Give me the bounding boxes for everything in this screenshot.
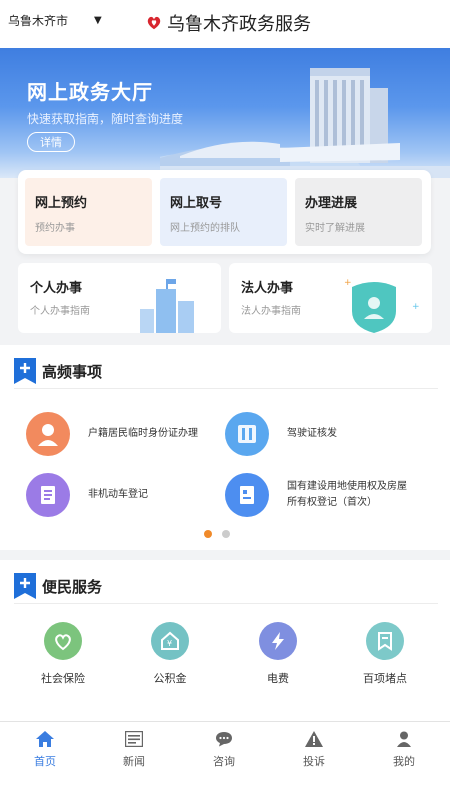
detail-button[interactable]: 详情 xyxy=(27,132,75,152)
divider xyxy=(14,603,438,604)
quick-card-progress[interactable]: 办理进展 实时了解进展 xyxy=(295,178,422,246)
bookmark-badge-icon xyxy=(14,358,36,384)
id-card-icon xyxy=(225,412,269,456)
tab-home[interactable]: 首页 xyxy=(15,730,75,769)
page-dot[interactable] xyxy=(222,530,230,538)
app-title-group: 乌鲁木齐政务服务 xyxy=(145,10,311,36)
banner-subtitle: 快速获取指南，随时查询进度 xyxy=(27,112,184,126)
banner-title: 网上政务大厅 xyxy=(27,80,153,104)
quick-card-subtitle: 实时了解进展 xyxy=(305,223,365,234)
service-label: 公积金 xyxy=(153,672,187,685)
insurance-icon xyxy=(44,622,82,660)
building-illustration xyxy=(160,68,450,178)
section-title: 便民服务 xyxy=(42,577,103,596)
quick-card-title: 网上取号 xyxy=(170,196,223,211)
fund-icon: ¥ xyxy=(151,622,189,660)
service-item-fund[interactable]: ¥ 公积金 xyxy=(135,622,205,686)
section-header: 高频事项 xyxy=(14,358,102,384)
top-bar: 乌鲁木齐市 ▼ 乌鲁木齐政务服务 xyxy=(0,0,450,48)
tab-label: 我的 xyxy=(393,755,415,768)
quick-card-subtitle: 网上预约的排队 xyxy=(170,223,240,234)
svg-text:¥: ¥ xyxy=(167,639,172,648)
svg-text:+: + xyxy=(412,302,420,312)
quick-actions-panel: 网上预约 预约办事 网上取号 网上预约的排队 办理进展 实时了解进展 xyxy=(18,170,431,254)
quick-card-subtitle: 预约办事 xyxy=(35,223,75,234)
quick-card-title: 办理进展 xyxy=(305,196,358,211)
city-selector[interactable]: 乌鲁木齐市 ▼ xyxy=(8,12,102,29)
service-item-electricity[interactable]: 电费 xyxy=(243,622,313,686)
high-freq-item[interactable]: 户籍居民临时身份证办理 xyxy=(26,412,216,456)
quick-card-ticket[interactable]: 网上取号 网上预约的排队 xyxy=(160,178,287,246)
tab-mine[interactable]: 我的 xyxy=(374,730,434,769)
service-item-insurance[interactable]: 社会保险 xyxy=(28,622,98,686)
quick-card-appointment[interactable]: 网上预约 预约办事 xyxy=(25,178,152,246)
city-name: 乌鲁木齐市 xyxy=(8,14,69,28)
person-icon xyxy=(26,412,70,456)
high-freq-item[interactable]: 国有建设用地使用权及房屋所有权登记（首次） xyxy=(225,473,425,517)
high-frequency-section: 高频事项 户籍居民临时身份证办理 驾驶证核发 非机动车登记 国有建设用地使用权及… xyxy=(0,345,450,550)
tab-label: 投诉 xyxy=(303,755,325,768)
home-icon xyxy=(35,730,55,748)
tab-label: 新闻 xyxy=(123,755,145,768)
app-logo-icon xyxy=(147,16,161,30)
high-freq-label: 非机动车登记 xyxy=(88,489,148,500)
warning-icon xyxy=(304,730,324,748)
legal-service-card[interactable]: 法人办事 法人办事指南 + + xyxy=(229,263,432,333)
user-icon xyxy=(394,730,414,748)
page-dot-active[interactable] xyxy=(204,530,212,538)
chevron-down-icon: ▼ xyxy=(94,15,102,26)
bookmark-badge-icon xyxy=(14,573,36,599)
bottom-safe-area xyxy=(0,773,450,800)
service-label: 社会保险 xyxy=(41,672,85,685)
tab-consult[interactable]: 咨询 xyxy=(194,730,254,769)
certificate-icon xyxy=(225,473,269,517)
document-icon xyxy=(26,473,70,517)
bookmark-icon xyxy=(366,622,404,660)
pagination-dots xyxy=(204,530,240,538)
buildings-icon xyxy=(140,279,194,333)
chat-icon xyxy=(214,730,234,748)
svg-text:+: + xyxy=(344,278,352,288)
high-freq-label: 户籍居民临时身份证办理 xyxy=(88,428,198,439)
quick-card-title: 网上预约 xyxy=(35,196,88,211)
hero-banner[interactable]: 网上政务大厅 快速获取指南，随时查询进度 详情 xyxy=(0,48,450,178)
electricity-icon xyxy=(259,622,297,660)
personal-service-card[interactable]: 个人办事 个人办事指南 xyxy=(18,263,221,333)
section-title: 高频事项 xyxy=(42,362,103,381)
page-title: 乌鲁木齐政务服务 xyxy=(167,14,311,35)
high-freq-item[interactable]: 驾驶证核发 xyxy=(225,412,425,456)
high-freq-label: 驾驶证核发 xyxy=(287,428,337,439)
news-icon xyxy=(124,730,144,748)
shield-icon: + + xyxy=(344,278,420,333)
service-label: 电费 xyxy=(267,672,289,685)
service-label: 百项堵点 xyxy=(363,672,407,685)
tab-complaint[interactable]: 投诉 xyxy=(284,730,344,769)
section-header: 便民服务 xyxy=(14,573,102,599)
bottom-tab-bar: 首页 新闻 咨询 投诉 我的 xyxy=(0,721,450,773)
tab-label: 首页 xyxy=(34,755,56,768)
convenience-section: 便民服务 社会保险 ¥ 公积金 电费 百项堵点 xyxy=(0,560,450,721)
tab-news[interactable]: 新闻 xyxy=(104,730,164,769)
tab-label: 咨询 xyxy=(213,755,235,768)
high-freq-item[interactable]: 非机动车登记 xyxy=(26,473,216,517)
divider xyxy=(14,388,438,389)
high-freq-label: 国有建设用地使用权及房屋所有权登记（首次） xyxy=(287,481,407,508)
service-item-blockpoints[interactable]: 百项堵点 xyxy=(350,622,420,686)
